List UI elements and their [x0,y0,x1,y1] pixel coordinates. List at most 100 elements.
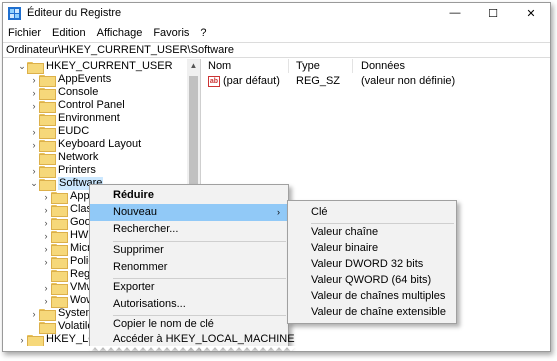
tree-item-label: Keyboard Layout [58,138,142,150]
folder-icon [51,269,68,282]
chevron-right-icon[interactable]: › [41,255,51,268]
chevron-right-icon[interactable]: › [29,73,39,86]
folder-icon [39,165,56,178]
chevron-down-icon[interactable]: ⌄ [29,177,39,190]
folder-icon [39,100,56,113]
menu-item-rechercher[interactable]: Rechercher... [90,221,288,238]
folder-open-icon [39,178,56,191]
tree-item[interactable]: › System [29,307,95,321]
chevron-right-icon[interactable]: › [29,138,39,151]
submenu-arrow-icon: › [277,207,280,217]
title-bar: Éditeur du Registre — ☐ ✕ [3,3,550,23]
tree-item[interactable]: Network [29,151,99,165]
submenu-item-valeur-chaine[interactable]: Valeur chaîne [288,224,456,241]
tree-item-label: Console [58,86,99,98]
column-separator[interactable] [288,59,289,73]
tree-item[interactable]: › Appl [41,190,92,204]
menu-item-reduire[interactable]: Réduire [90,187,288,204]
folder-icon [51,256,68,269]
menu-item-acceder-hklm[interactable]: Accéder à HKEY_LOCAL_MACHINE [90,331,295,348]
submenu-item-cle[interactable]: Clé [288,204,456,221]
tree-item[interactable]: › Console [29,86,99,100]
folder-icon [51,295,68,308]
scroll-up-arrow-icon[interactable]: ▲ [187,59,200,72]
tree-item[interactable]: › HWil [41,229,93,243]
chevron-right-icon[interactable]: › [29,164,39,177]
registry-app-icon [8,7,21,20]
folder-icon [51,243,68,256]
chevron-right-icon[interactable]: › [17,333,27,346]
folder-icon [39,308,56,321]
tree-item[interactable]: Environment [29,112,120,126]
maximize-button[interactable]: ☐ [474,3,512,23]
value-type-cell[interactable]: REG_SZ [296,75,340,88]
column-header-type[interactable]: Type [296,60,320,73]
tree-item[interactable]: Volatile [29,320,93,334]
tree-item[interactable]: › Wow [41,294,94,308]
chevron-right-icon[interactable]: › [41,294,51,307]
tree-item-label: Control Panel [58,99,125,111]
submenu-item-multi-string[interactable]: Valeur de chaînes multiples [288,288,456,305]
tree-item[interactable]: › EUDC [29,125,89,139]
column-header-data[interactable]: Données [361,60,405,73]
submenu-item-qword[interactable]: Valeur QWORD (64 bits) [288,272,456,289]
ab-string-icon: ab [208,76,220,87]
chevron-down-icon[interactable]: ⌄ [17,60,27,73]
column-header-name[interactable]: Nom [208,60,231,73]
folder-icon [51,191,68,204]
window-title: Éditeur du Registre [27,7,122,19]
menu-help[interactable]: ? [195,25,212,41]
menu-item-renommer[interactable]: Renommer [90,259,288,276]
tree-item[interactable]: › VMw [41,281,94,295]
tree-item-label: Network [58,151,99,163]
address-bar[interactable]: Ordinateur\HKEY_CURRENT_USER\Software [3,42,550,58]
tree-item[interactable]: › Micr [41,242,91,256]
tree-item[interactable]: › Polic [41,255,94,269]
submenu-item-dword[interactable]: Valeur DWORD 32 bits [288,256,456,273]
submenu-item-expandable-string[interactable]: Valeur de chaîne extensible [288,304,456,321]
close-button[interactable]: ✕ [512,3,550,23]
chevron-right-icon[interactable]: › [29,307,39,320]
folder-icon [51,282,68,295]
chevron-right-icon[interactable]: › [41,203,51,216]
column-separator[interactable] [352,59,353,73]
folder-icon [39,87,56,100]
tree-item-label: Printers [58,164,96,176]
chevron-right-icon [29,151,39,164]
folder-icon [51,217,68,230]
menu-item-supprimer[interactable]: Supprimer [90,242,288,259]
tree-item[interactable]: › Control Panel [29,99,125,113]
chevron-right-icon [29,112,39,125]
chevron-right-icon[interactable]: › [29,86,39,99]
menu-bar: Fichier Edition Affichage Favoris ? [3,25,213,41]
value-name-cell[interactable]: (par défaut) [223,75,280,88]
chevron-right-icon[interactable]: › [41,242,51,255]
folder-icon [51,204,68,217]
chevron-right-icon[interactable]: › [29,125,39,138]
tree-item[interactable]: › Keyboard Layout [29,138,142,152]
menu-favoris[interactable]: Favoris [148,25,195,41]
tree-item[interactable]: › Printers [29,164,96,178]
chevron-right-icon[interactable]: › [41,229,51,242]
chevron-right-icon [29,320,39,333]
menu-fichier[interactable]: Fichier [3,25,47,41]
menu-affichage[interactable]: Affichage [92,25,149,41]
folder-icon [39,113,56,126]
chevron-right-icon[interactable]: › [41,281,51,294]
menu-edition[interactable]: Edition [47,25,92,41]
folder-icon [39,152,56,165]
tree-item-label: Micr [70,242,91,254]
submenu-item-valeur-binaire[interactable]: Valeur binaire [288,240,456,257]
menu-item-autorisations[interactable]: Autorisations... [90,296,288,313]
context-menu: Réduire Nouveau › Rechercher... Supprime… [89,184,295,348]
chevron-right-icon[interactable]: › [41,190,51,203]
menu-item-exporter[interactable]: Exporter [90,279,288,296]
window-controls: — ☐ ✕ [436,3,550,23]
minimize-button[interactable]: — [436,3,474,23]
tree-item-hkcu[interactable]: ⌄ HKEY_CURRENT_USER [17,60,173,74]
menu-item-nouveau[interactable]: Nouveau › [90,204,288,221]
chevron-right-icon[interactable]: › [41,216,51,229]
tree-item[interactable]: › AppEvents [29,73,111,87]
chevron-right-icon[interactable]: › [29,99,39,112]
value-data-cell[interactable]: (valeur non définie) [361,75,455,88]
